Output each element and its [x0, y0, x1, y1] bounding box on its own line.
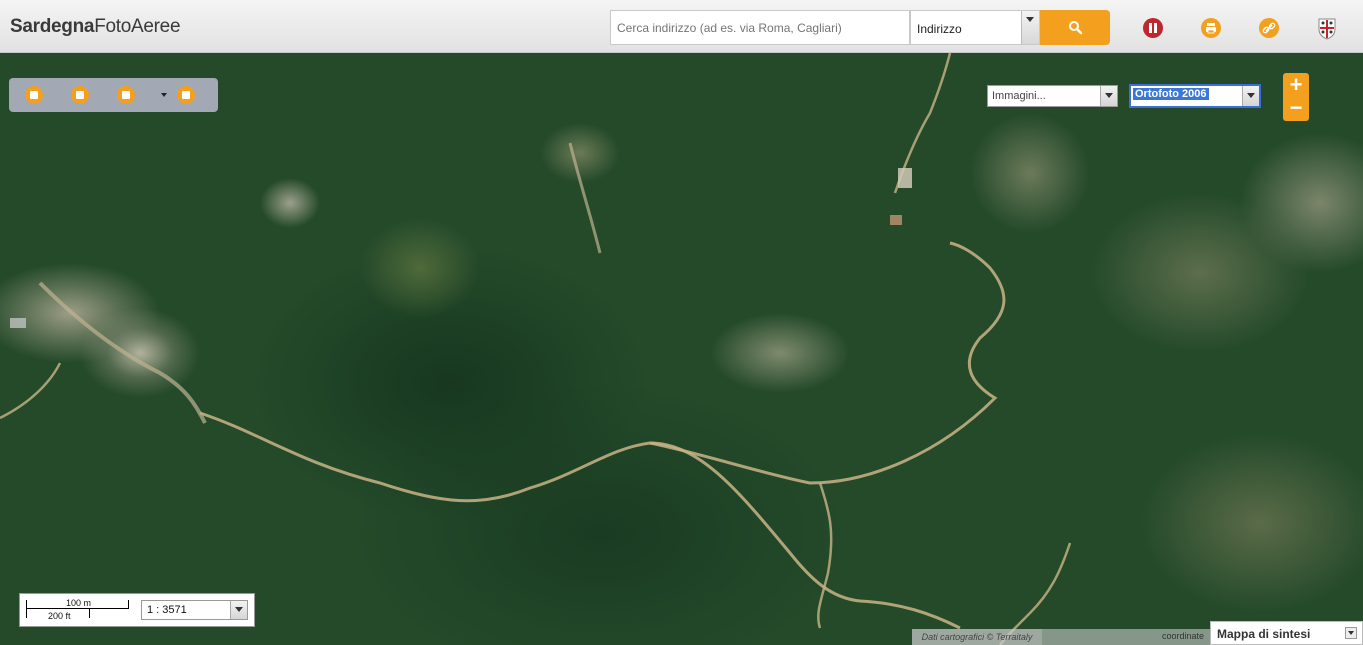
search-button[interactable] [1040, 10, 1110, 45]
scale-box: 100 m 200 ft 1 : 3571 [19, 593, 255, 627]
sardinia-crest-icon[interactable] [1316, 16, 1336, 40]
scale-ratio-value: 1 : 3571 [147, 604, 187, 616]
overview-map-label: Mappa di sintesi [1217, 627, 1311, 641]
measure-icon[interactable] [117, 86, 135, 104]
building [898, 168, 912, 188]
map-toolbar [9, 78, 218, 112]
scale-ratio-select[interactable]: 1 : 3571 [141, 600, 248, 620]
scale-bar-tick [26, 600, 27, 618]
chevron-down-icon[interactable] [1345, 627, 1357, 639]
dirt-road [38, 281, 207, 424]
layers-dome-icon[interactable] [177, 86, 195, 104]
dirt-road [199, 411, 961, 630]
scale-metric-label: 100 m [66, 598, 92, 608]
scale-bar [26, 608, 129, 609]
link-icon[interactable] [1259, 18, 1279, 38]
measure-dropdown-caret[interactable] [161, 93, 167, 97]
logo-bold-text: Sardegna [10, 16, 95, 37]
ortho-layer-select[interactable]: Ortofoto 2006 [1129, 84, 1261, 108]
dirt-road [649, 241, 1006, 485]
map-features [0, 53, 1072, 645]
ortho-layer-value: Ortofoto 2006 [1133, 88, 1209, 100]
chevron-down-icon [1021, 11, 1039, 44]
scale-bar-tick [89, 608, 90, 618]
scale-imperial-label: 200 ft [48, 611, 71, 621]
coordinates-label: coordinate [1161, 631, 1204, 641]
zoom-out-button[interactable]: − [1283, 97, 1309, 119]
address-search-input[interactable] [610, 10, 910, 45]
images-layer-value: Immagini... [992, 90, 1046, 102]
header-bar: SardegnaFotoAeree Indirizzo [0, 0, 1363, 53]
dirt-road [568, 142, 602, 254]
search-icon [1069, 21, 1083, 35]
building [890, 215, 902, 225]
coordinates-bar: coordinate [1042, 629, 1210, 645]
map-attribution: Dati cartografici © Terraitaly [912, 629, 1042, 645]
zoom-extent-icon[interactable] [25, 86, 43, 104]
zoom-box-icon[interactable] [71, 86, 89, 104]
aerial-map[interactable] [0, 53, 1363, 645]
pause-icon[interactable] [1143, 18, 1163, 38]
overview-map-panel[interactable]: Mappa di sintesi [1210, 621, 1363, 645]
chevron-down-icon [230, 601, 247, 619]
chevron-down-icon [1242, 86, 1259, 106]
chevron-down-icon [1100, 86, 1117, 106]
zoom-control: + − [1283, 73, 1309, 121]
dirt-road [0, 362, 62, 420]
building [10, 318, 26, 328]
images-layer-select[interactable]: Immagini... [987, 85, 1118, 107]
zoom-in-button[interactable]: + [1283, 74, 1309, 96]
logo-regular-text: FotoAeree [94, 16, 181, 37]
print-icon[interactable] [1201, 18, 1221, 38]
search-type-value: Indirizzo [917, 22, 962, 36]
scale-bar-tick [128, 600, 129, 609]
dirt-road [817, 482, 833, 629]
app-logo[interactable]: SardegnaFotoAeree [10, 16, 181, 38]
search-type-select[interactable]: Indirizzo [910, 10, 1040, 45]
